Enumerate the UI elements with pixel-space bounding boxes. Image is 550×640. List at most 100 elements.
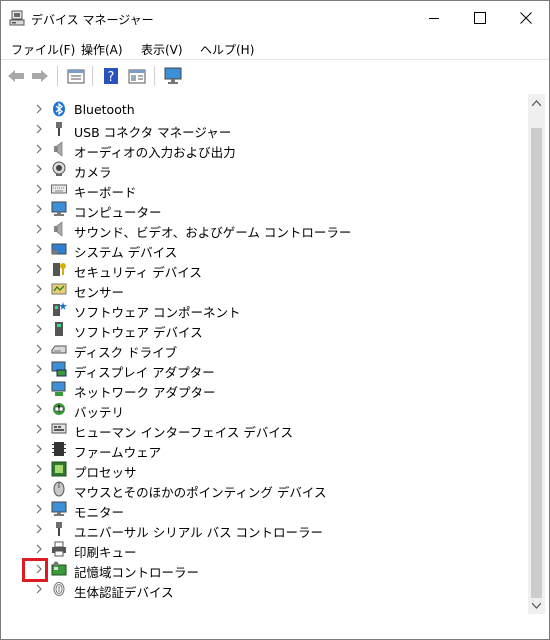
toolbar-separator: [154, 66, 155, 86]
tree-item-firmware[interactable]: ファームウェア: [5, 439, 525, 460]
expand-chevron-icon[interactable]: [33, 343, 45, 355]
properties-icon: [67, 69, 85, 84]
tree-item-label: Bluetooth: [74, 102, 135, 117]
processor-icon: [51, 461, 67, 477]
scroll-up-icon: [532, 99, 541, 106]
expand-chevron-icon[interactable]: [33, 103, 45, 115]
menu-bar: ファイル(F) 操作(A) 表示(V) ヘルプ(H): [1, 37, 549, 59]
tree-item-sound-video-game[interactable]: サウンド、ビデオ、およびゲーム コントローラー: [5, 219, 525, 240]
tree-item-sensors[interactable]: センサー: [5, 279, 525, 300]
window-title: デバイス マネージャー: [31, 13, 154, 27]
toolbar-separator: [57, 66, 58, 86]
tree-item-keyboard[interactable]: キーボード: [5, 179, 525, 200]
expand-chevron-icon[interactable]: [33, 183, 45, 195]
expand-chevron-icon[interactable]: [33, 383, 45, 395]
forward-button[interactable]: [29, 66, 51, 86]
sensor-icon: [51, 283, 67, 295]
camera-icon: [52, 161, 66, 176]
expand-chevron-icon[interactable]: [33, 503, 45, 515]
tree-item-security-devices[interactable]: セキュリティ デバイス: [5, 259, 525, 280]
tree-item-camera[interactable]: カメラ: [5, 159, 525, 180]
view-button[interactable]: [126, 66, 148, 86]
expand-chevron-icon[interactable]: [33, 123, 45, 135]
monitor-icon: [51, 501, 67, 516]
tree-item-disk-drives[interactable]: ディスク ドライブ: [5, 339, 525, 360]
tree-item-bluetooth[interactable]: Bluetooth: [5, 99, 525, 119]
expand-chevron-icon[interactable]: [33, 363, 45, 375]
tree-item-batteries[interactable]: バッテリ: [5, 399, 525, 420]
tree-item-storage-controllers[interactable]: 記憶域コントローラー: [5, 559, 525, 580]
expand-chevron-icon[interactable]: [33, 223, 45, 235]
printer-icon: [52, 541, 66, 557]
menu-action[interactable]: 操作(A): [81, 41, 123, 58]
system-device-icon: [51, 243, 67, 255]
tree-item-audio-io[interactable]: オーディオの入力および出力: [5, 139, 525, 160]
minimize-button[interactable]: [411, 1, 457, 35]
back-icon: [8, 70, 24, 82]
expand-chevron-icon[interactable]: [33, 423, 45, 435]
mouse-icon: [53, 481, 65, 497]
tree-item-usb-controllers[interactable]: ユニバーサル シリアル バス コントローラー: [5, 519, 525, 540]
computer-icon: [51, 201, 67, 216]
security-device-icon: [53, 263, 66, 276]
battery-icon: [53, 403, 65, 415]
hid-icon: [51, 423, 67, 434]
tree-item-hid[interactable]: ヒューマン インターフェイス デバイス: [5, 419, 525, 440]
tree-item-print-queues[interactable]: 印刷キュー: [5, 539, 525, 560]
tree-item-usb-connector-manager[interactable]: USB コネクタ マネージャー: [5, 119, 525, 140]
expand-chevron-icon[interactable]: [33, 203, 45, 215]
firmware-icon: [52, 442, 66, 456]
expand-chevron-icon[interactable]: [33, 443, 45, 455]
expand-chevron-icon[interactable]: [33, 583, 45, 595]
help-button[interactable]: ?: [100, 66, 122, 86]
expand-chevron-icon[interactable]: [33, 463, 45, 475]
tree-item-mice[interactable]: マウスとそのほかのポインティング デバイス: [5, 479, 525, 500]
expand-chevron-icon[interactable]: [33, 163, 45, 175]
network-adapter-icon: [51, 381, 66, 396]
usb-icon: [56, 122, 62, 136]
expand-chevron-icon[interactable]: [33, 483, 45, 495]
scrollbar-thumb[interactable]: [531, 128, 542, 598]
toolbar-separator: [92, 66, 93, 86]
menu-view[interactable]: 表示(V): [141, 41, 183, 58]
expand-chevron-icon[interactable]: [33, 243, 45, 255]
expand-chevron-icon[interactable]: [33, 323, 45, 335]
properties-button[interactable]: [65, 66, 87, 86]
view-icon: [128, 69, 146, 84]
tree-item-software-components[interactable]: ソフトウェア コンポーネント: [5, 299, 525, 320]
monitor-scan-icon: [164, 67, 182, 84]
menu-file[interactable]: ファイル(F): [11, 41, 75, 58]
tree-item-biometric-devices[interactable]: 生体認証デバイス: [5, 579, 525, 600]
tree-item-computer[interactable]: コンピューター: [5, 199, 525, 220]
device-tree[interactable]: Bluetooth USB コネクタ マネージャー オーディオの入力および出力 …: [5, 96, 527, 616]
vertical-scrollbar[interactable]: [528, 94, 545, 614]
title-bar[interactable]: デバイス マネージャー: [1, 1, 549, 37]
device-tree-panel: Bluetooth USB コネクタ マネージャー オーディオの入力および出力 …: [1, 94, 549, 639]
expand-chevron-icon[interactable]: [33, 283, 45, 295]
expand-chevron-icon[interactable]: [33, 303, 45, 315]
menu-help[interactable]: ヘルプ(H): [200, 41, 254, 58]
back-button[interactable]: [5, 66, 27, 86]
tree-item-software-devices[interactable]: ソフトウェア デバイス: [5, 319, 525, 340]
tree-item-processors[interactable]: プロセッサ: [5, 459, 525, 480]
scan-hardware-button[interactable]: [162, 66, 184, 86]
expand-chevron-icon[interactable]: [33, 263, 45, 275]
expand-chevron-icon[interactable]: [33, 543, 45, 555]
expand-chevron-icon[interactable]: [33, 523, 45, 535]
tree-item-display-adapters[interactable]: ディスプレイ アダプター: [5, 359, 525, 380]
device-manager-window: デバイス マネージャー ファイル(F) 操作(A) 表示(V) ヘルプ(H) ?…: [0, 0, 550, 640]
scroll-down-button[interactable]: [528, 597, 545, 614]
software-component-icon: [53, 302, 67, 316]
tree-item-label: 生体認証デバイス: [74, 585, 174, 600]
tree-item-monitors[interactable]: モニター: [5, 499, 525, 520]
close-button[interactable]: [503, 1, 549, 35]
expand-chevron-icon[interactable]: [33, 143, 45, 155]
bluetooth-icon: [53, 101, 65, 117]
maximize-icon: [474, 12, 486, 24]
tree-item-system-devices[interactable]: システム デバイス: [5, 239, 525, 260]
scroll-up-button[interactable]: [528, 94, 545, 111]
expand-chevron-icon[interactable]: [33, 403, 45, 415]
svg-text:?: ?: [108, 70, 115, 85]
maximize-button[interactable]: [457, 1, 503, 35]
tree-item-network-adapters[interactable]: ネットワーク アダプター: [5, 379, 525, 400]
